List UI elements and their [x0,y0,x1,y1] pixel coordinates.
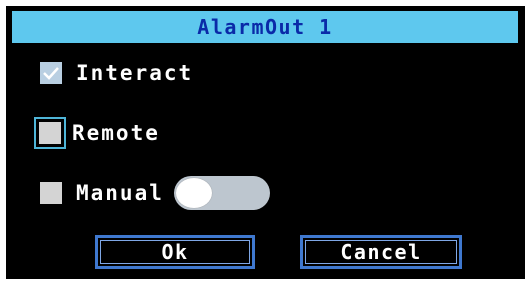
dialog-title: AlarmOut 1 [197,15,333,39]
manual-label: Manual [76,181,164,205]
interact-option[interactable]: Interact [40,61,193,85]
remote-checkbox[interactable] [39,122,61,144]
dialog-title-bar: AlarmOut 1 [12,11,518,43]
cancel-button[interactable]: Cancel [300,235,462,269]
remote-focus-ring [34,117,66,149]
ok-button[interactable]: Ok [95,235,255,269]
interact-checkbox[interactable] [40,62,62,84]
manual-toggle[interactable] [173,176,270,210]
checkmark-icon [43,67,59,80]
alarm-out-dialog: AlarmOut 1 Interact Remote Manual Ok Can… [6,6,525,279]
interact-label: Interact [76,61,194,85]
cancel-button-label: Cancel [340,240,422,264]
toggle-knob [175,178,212,208]
ok-button-label: Ok [161,240,189,264]
manual-option[interactable]: Manual [40,176,270,210]
manual-checkbox[interactable] [40,182,62,204]
remote-label: Remote [72,121,160,145]
remote-option[interactable]: Remote [34,117,160,149]
